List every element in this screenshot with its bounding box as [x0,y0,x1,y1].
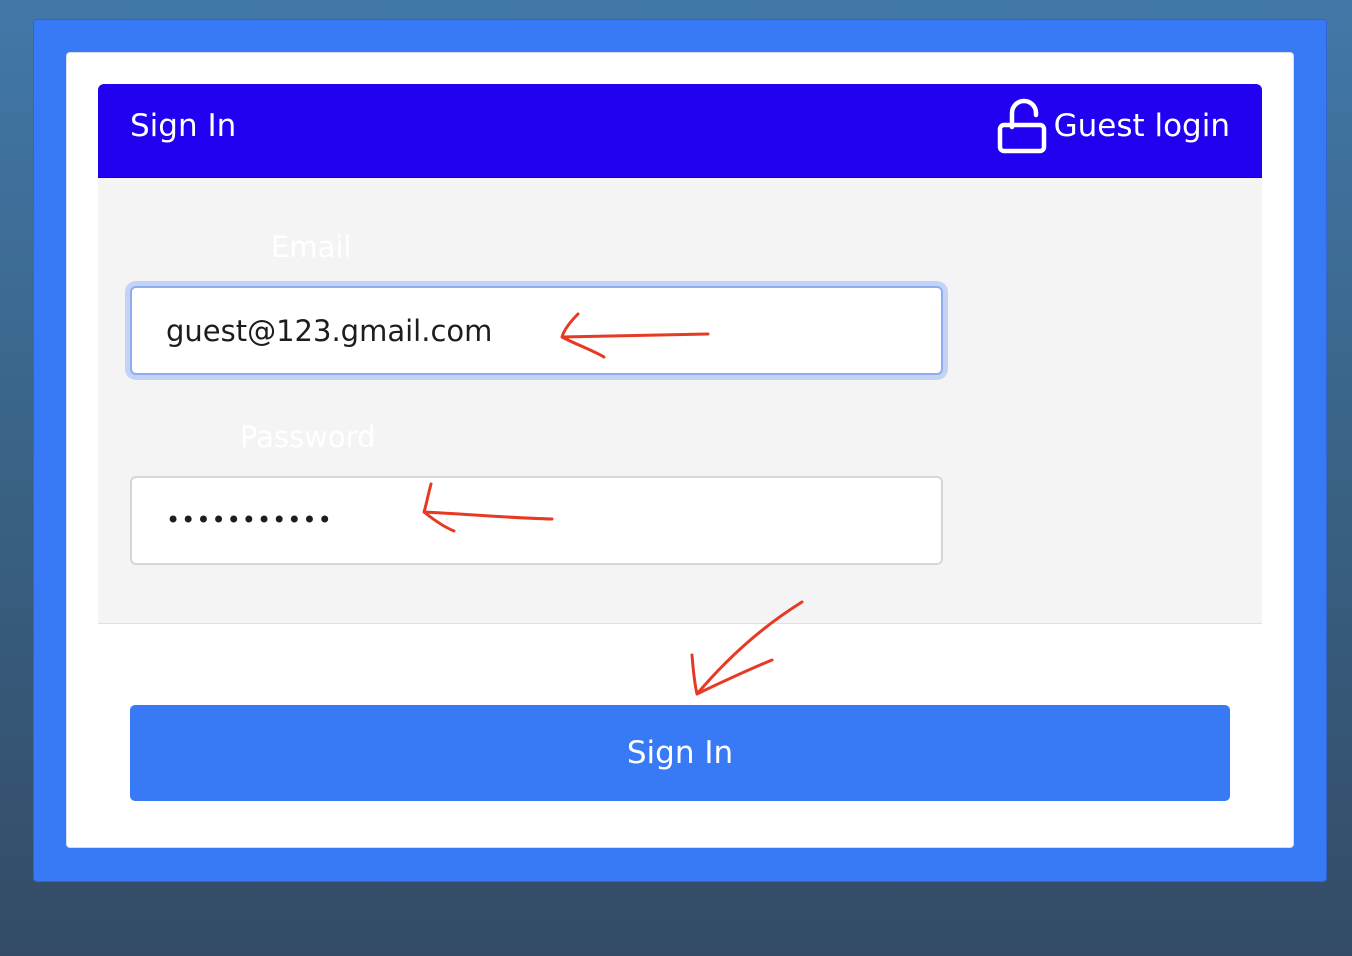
password-field[interactable]: ••••••••••• [130,476,943,565]
email-label: Email [271,230,352,264]
form-body: Email Password ••••••••••• [98,178,1262,624]
header-title: Sign In [130,108,237,144]
card-header: Sign In Guest login [98,84,1262,178]
guest-login-label: Guest login [1053,108,1230,144]
unlock-icon [996,97,1054,155]
password-label: Password [240,420,376,454]
sign-in-button[interactable]: Sign In [130,705,1230,801]
email-field[interactable] [130,286,943,375]
guest-login-link[interactable]: Guest login [996,84,1230,168]
